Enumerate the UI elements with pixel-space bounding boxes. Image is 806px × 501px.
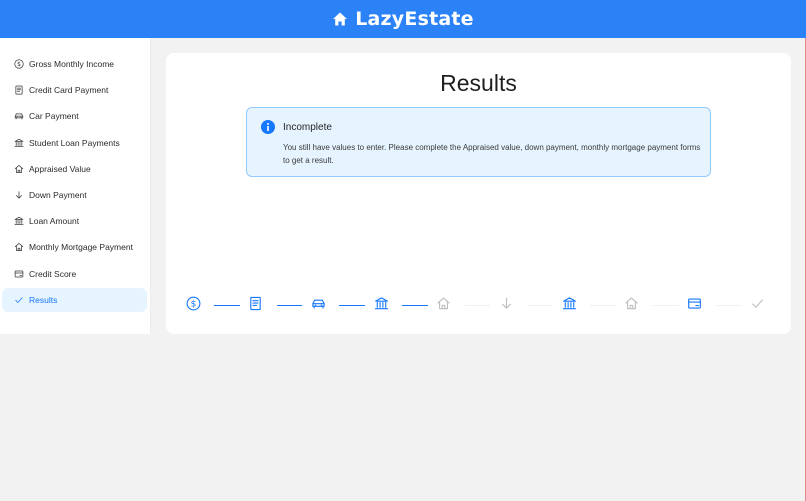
sidebar-item[interactable]: Monthly Mortgage Payment — [2, 235, 147, 259]
sidebar-item-label: Appraised Value — [29, 163, 91, 174]
info-circle-icon — [261, 120, 275, 134]
step-connector — [527, 305, 554, 306]
step-connector — [339, 305, 366, 306]
sidebar-nav: $ Gross Monthly Income Credit Card Payment… — [0, 38, 151, 334]
sidebar-item-label: Student Loan Payments — [29, 137, 120, 148]
step-connector — [652, 305, 679, 306]
home-outline-icon[interactable] — [624, 294, 640, 312]
app-header: LazyEstate — [0, 0, 806, 38]
bank-icon — [14, 216, 24, 226]
sidebar-item[interactable]: Credit Card Payment — [2, 78, 147, 102]
brand[interactable]: LazyEstate — [332, 8, 474, 30]
dollar-circle-icon[interactable]: $ — [185, 294, 201, 312]
sidebar-item[interactable]: Down Payment — [2, 183, 147, 207]
dollar-circle-icon: $ — [14, 59, 24, 69]
incomplete-alert: Incomplete You still have values to ente… — [246, 107, 711, 177]
sidebar-item-label: Credit Score — [29, 268, 77, 279]
credit-card-icon[interactable] — [687, 294, 703, 312]
sidebar-item-label: Gross Monthly Income — [29, 59, 115, 69]
step-connector — [214, 305, 240, 306]
page-title: Results — [440, 70, 517, 96]
step-connector — [590, 305, 616, 306]
home-outline-icon[interactable] — [436, 294, 452, 312]
car-icon[interactable] — [310, 294, 326, 312]
sidebar-item[interactable]: Car Payment — [2, 104, 147, 128]
home-outline-icon — [14, 164, 24, 174]
step-connector — [276, 305, 303, 306]
bank-icon[interactable] — [373, 294, 389, 312]
sidebar-item-label: Credit Card Payment — [29, 85, 109, 96]
progress-steps: $ — [166, 294, 791, 314]
svg-text:$: $ — [17, 61, 21, 68]
check-icon[interactable] — [749, 294, 765, 312]
sidebar-item[interactable]: Loan Amount — [2, 209, 147, 233]
step-connector — [715, 305, 742, 306]
receipt-icon[interactable] — [248, 294, 264, 312]
app-title: LazyEstate — [355, 8, 474, 30]
step-connector — [402, 305, 428, 306]
sidebar-item[interactable]: Results — [2, 287, 147, 312]
check-icon — [14, 295, 24, 305]
sidebar-item[interactable]: $ Gross Monthly Income — [2, 52, 147, 76]
results-card: Results Incomplete You still have values… — [166, 53, 791, 334]
sidebar-item[interactable]: Appraised Value — [2, 157, 147, 181]
svg-text:$: $ — [190, 299, 196, 309]
sidebar-item-label: Monthly Mortgage Payment — [29, 242, 133, 253]
arrow-down-icon[interactable] — [499, 294, 515, 312]
alert-description: You still have values to enter. Please c… — [283, 143, 701, 165]
home-icon — [333, 12, 348, 26]
alert-title: Incomplete — [283, 122, 332, 133]
sidebar-item[interactable]: Student Loan Payments — [2, 131, 147, 155]
sidebar-item-label: Loan Amount — [29, 216, 80, 227]
credit-card-icon — [14, 269, 24, 279]
step-connector — [464, 305, 491, 306]
sidebar-item-label: Car Payment — [29, 111, 79, 122]
arrow-down-icon — [14, 190, 24, 200]
home-outline-icon — [14, 242, 24, 252]
car-icon — [14, 111, 24, 121]
sidebar-item[interactable]: Credit Score — [2, 262, 147, 286]
bank-icon[interactable] — [561, 294, 577, 312]
bank-icon — [14, 138, 24, 148]
sidebar-item-label: Down Payment — [29, 189, 87, 200]
receipt-icon — [14, 85, 24, 95]
sidebar-item-label: Results — [29, 294, 58, 305]
